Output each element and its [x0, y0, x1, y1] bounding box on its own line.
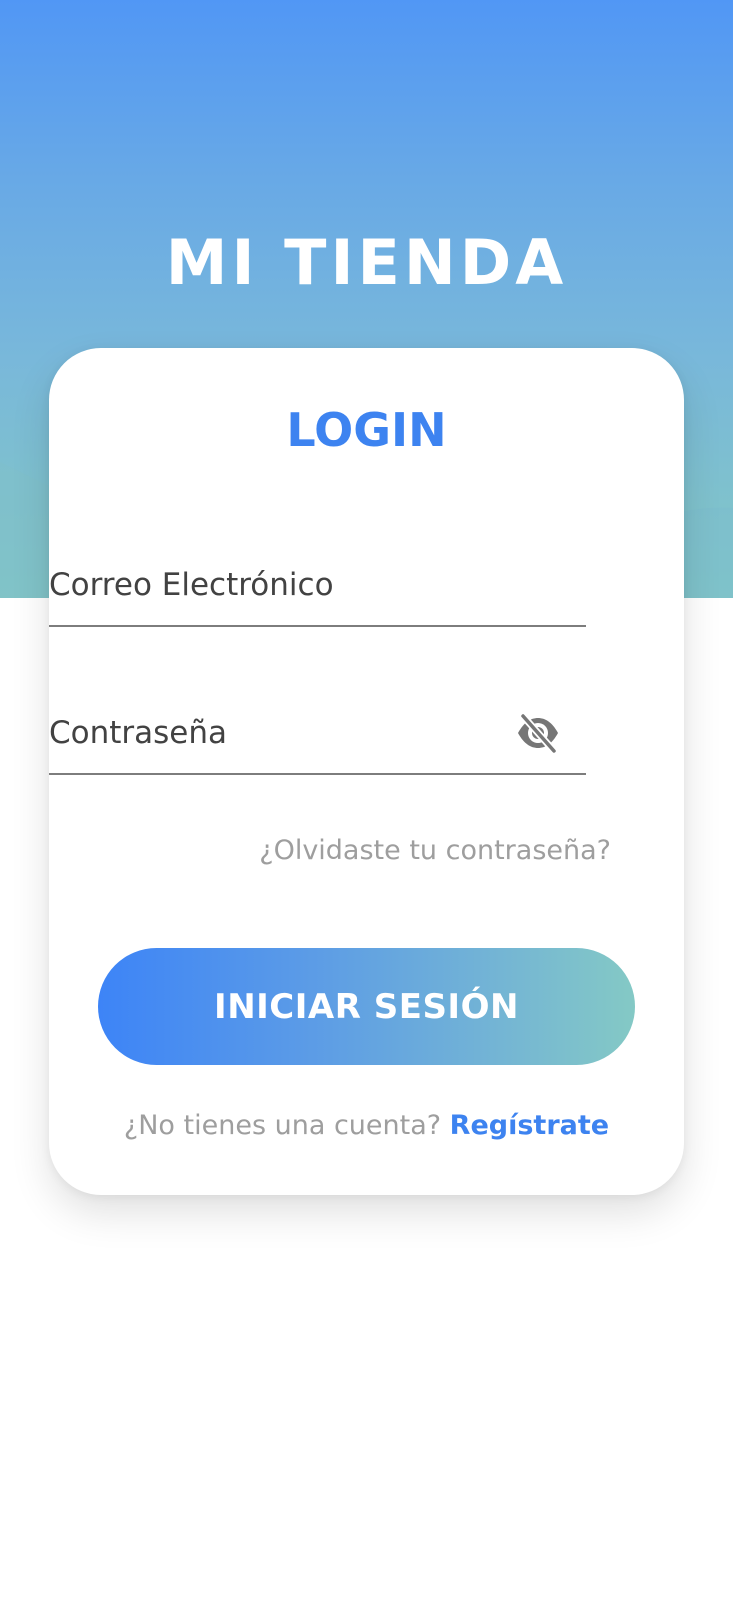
- password-input[interactable]: [49, 693, 509, 773]
- email-input[interactable]: [49, 545, 586, 625]
- app-title: MI TIENDA: [165, 226, 568, 299]
- forgot-password-link[interactable]: ¿Olvidaste tu contraseña?: [259, 833, 611, 869]
- email-field: [49, 545, 586, 627]
- eye-off-icon[interactable]: [514, 709, 562, 757]
- signup-row: ¿No tienes una cuenta? Regístrate: [0, 1108, 733, 1144]
- login-title: LOGIN: [286, 403, 447, 457]
- login-button[interactable]: INICIAR SESIÓN: [98, 948, 635, 1065]
- signup-prompt: ¿No tienes una cuenta?: [123, 1110, 450, 1141]
- signup-link[interactable]: Regístrate: [450, 1110, 609, 1141]
- password-field: [49, 693, 586, 775]
